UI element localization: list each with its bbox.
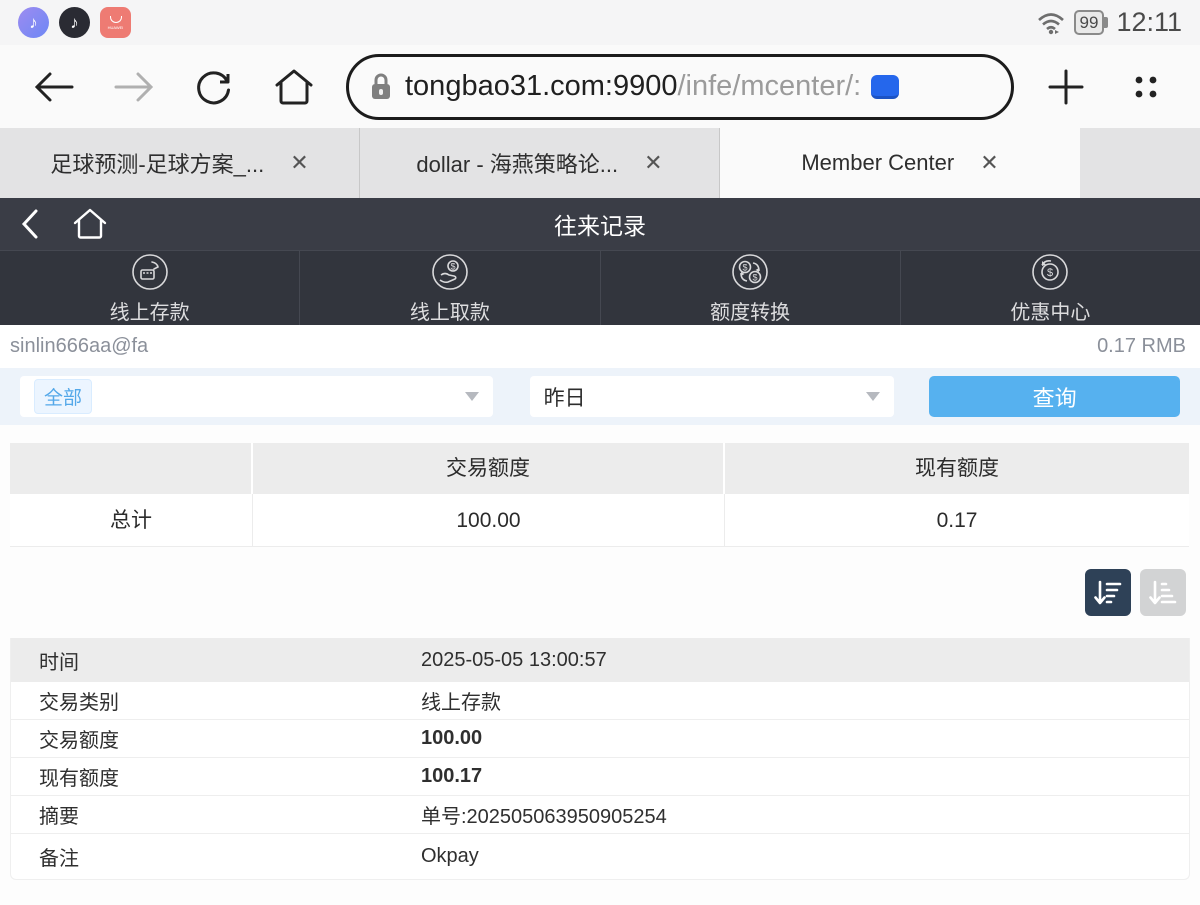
summary-table: 交易额度 现有额度 总计 100.00 0.17: [10, 443, 1189, 547]
svg-text:$: $: [743, 262, 748, 272]
type-selected-tag: 全部: [34, 379, 92, 414]
tiktok-app-icon: ♪: [59, 7, 90, 38]
account-balance: 0.17 RMB: [1097, 335, 1186, 358]
summary-total-balance: 0.17: [725, 494, 1189, 547]
summary-header-row: 交易额度 现有额度: [10, 443, 1189, 494]
tab-title: dollar - 海燕策略论...: [416, 147, 618, 179]
sort-controls: [0, 569, 1186, 616]
tabs-menu-button[interactable]: [1106, 70, 1186, 104]
tab-dollar[interactable]: dollar - 海燕策略论... ✕: [360, 128, 720, 198]
menu-label: 线上存款: [110, 296, 190, 325]
menu-label: 线上取款: [410, 296, 490, 325]
detail-value: 线上存款: [421, 686, 1189, 715]
home-button[interactable]: [254, 67, 334, 107]
menu-label: 优惠中心: [1010, 296, 1090, 325]
detail-value: 100.17: [421, 765, 1189, 788]
transfer-icon: $ $: [730, 252, 770, 292]
page-navbar: 往来记录: [0, 198, 1200, 250]
summary-header-transaction: 交易额度: [253, 443, 725, 494]
detail-row-summary: 摘要 单号:202505063950905254: [11, 796, 1189, 834]
summary-header-balance: 现有额度: [725, 443, 1189, 494]
back-button[interactable]: [14, 69, 94, 105]
battery-icon: 99: [1074, 10, 1109, 35]
detail-label: 交易额度: [11, 724, 421, 753]
detail-row-amount: 交易额度 100.00: [11, 720, 1189, 758]
forward-button[interactable]: [94, 69, 174, 105]
sort-descending-button[interactable]: [1085, 569, 1131, 616]
detail-row-remark: 备注 Okpay: [11, 834, 1189, 879]
detail-row-type: 交易类别 线上存款: [11, 682, 1189, 720]
menu-label: 额度转换: [710, 296, 790, 325]
page-title: 往来记录: [0, 207, 1200, 241]
status-bar: ♪ ♪ HUAWEI 99 12:11: [0, 0, 1200, 45]
tab-title: 足球预测-足球方案_...: [50, 147, 264, 179]
type-select[interactable]: 全部: [20, 376, 493, 417]
filter-bar: 全部 昨日 查询: [0, 368, 1200, 425]
close-icon[interactable]: ✕: [980, 150, 998, 176]
browser-toolbar: tongbao31.com:9900/infe/mcenter/:: [0, 45, 1200, 128]
withdraw-icon: $: [430, 252, 470, 292]
detail-value: Okpay: [421, 845, 1189, 868]
quick-menu: 线上存款 $ 线上取款 $ $: [0, 250, 1200, 325]
reload-button[interactable]: [174, 67, 254, 107]
tab-football[interactable]: 足球预测-足球方案_... ✕: [0, 128, 360, 198]
transaction-detail-card: 时间 2025-05-05 13:00:57 交易类别 线上存款 交易额度 10…: [10, 638, 1190, 880]
url-bar[interactable]: tongbao31.com:9900/infe/mcenter/:: [346, 54, 1014, 120]
menu-item-withdraw[interactable]: $ 线上取款: [300, 251, 600, 325]
detail-value: 单号:202505063950905254: [421, 800, 1189, 829]
new-tab-button[interactable]: [1026, 67, 1106, 107]
deposit-icon: [130, 252, 170, 292]
screen: ♪ ♪ HUAWEI 99 12:11: [0, 0, 1200, 905]
sort-ascending-button[interactable]: [1140, 569, 1186, 616]
tab-member-center[interactable]: Member Center ✕: [720, 128, 1080, 198]
detail-label: 备注: [11, 842, 421, 871]
music-app-icon: ♪: [18, 7, 49, 38]
detail-row-time: 时间 2025-05-05 13:00:57: [11, 638, 1189, 682]
wifi-icon: [1036, 10, 1066, 36]
url-path: /infe/mcenter/:: [678, 70, 862, 102]
close-icon[interactable]: ✕: [290, 150, 308, 176]
account-username: sinlin666aa@fa: [10, 335, 148, 358]
chevron-down-icon: [465, 392, 479, 401]
detail-label: 交易类别: [11, 686, 421, 715]
date-selected-value: 昨日: [544, 382, 586, 412]
detail-value: 100.00: [421, 727, 1189, 750]
appgallery-label: HUAWEI: [108, 25, 124, 30]
svg-text:$: $: [1047, 267, 1053, 279]
lock-icon: [369, 72, 393, 102]
search-button[interactable]: 查询: [929, 376, 1180, 417]
tab-strip: 足球预测-足球方案_... ✕ dollar - 海燕策略论... ✕ Memb…: [0, 128, 1200, 198]
url-host: tongbao31.com:9900: [405, 70, 678, 102]
detail-row-balance: 现有额度 100.17: [11, 758, 1189, 796]
detail-label: 时间: [11, 646, 421, 675]
detail-value: 2025-05-05 13:00:57: [421, 649, 1189, 672]
status-time: 12:11: [1116, 7, 1182, 38]
account-row: sinlin666aa@fa 0.17 RMB: [0, 325, 1200, 368]
promo-icon: $: [1030, 252, 1070, 292]
svg-text:$: $: [450, 261, 455, 271]
tab-title: Member Center: [801, 150, 954, 176]
svg-text:$: $: [753, 272, 758, 282]
close-icon[interactable]: ✕: [644, 150, 662, 176]
menu-item-transfer[interactable]: $ $ 额度转换: [601, 251, 901, 325]
huawei-appgallery-icon: HUAWEI: [100, 7, 131, 38]
summary-total-label: 总计: [10, 494, 253, 547]
summary-total-transaction: 100.00: [253, 494, 725, 547]
detail-label: 摘要: [11, 800, 421, 829]
detail-label: 现有额度: [11, 762, 421, 791]
date-select[interactable]: 昨日: [530, 376, 895, 417]
battery-percent: 99: [1074, 10, 1105, 35]
summary-total-row: 总计 100.00 0.17: [10, 494, 1189, 547]
menu-item-deposit[interactable]: 线上存款: [0, 251, 300, 325]
chevron-down-icon: [866, 392, 880, 401]
menu-item-promo[interactable]: $ 优惠中心: [901, 251, 1200, 325]
summary-header-empty: [10, 443, 253, 494]
reader-mode-icon[interactable]: [871, 75, 899, 99]
